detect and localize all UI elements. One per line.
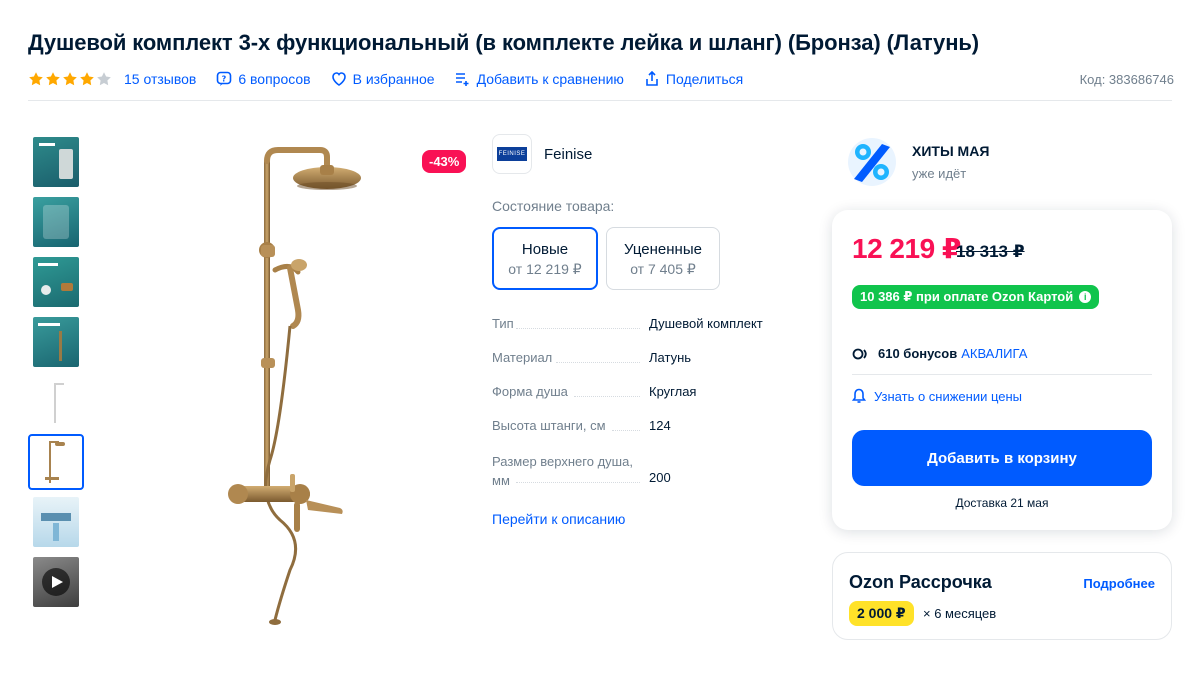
- share-link[interactable]: Поделиться: [644, 71, 743, 87]
- questions-link[interactable]: ? 6 вопросов: [216, 71, 311, 87]
- star-filled-icon: [63, 72, 77, 86]
- installment-title: Ozon Рассрочка: [849, 572, 992, 592]
- spec-value: 124: [649, 418, 671, 433]
- spec-value: Латунь: [649, 350, 692, 365]
- gallery-thumbnail-active[interactable]: [28, 434, 84, 490]
- product-meta-row: 15 отзывов ? 6 вопросов В избранное Доба…: [28, 68, 1174, 90]
- gallery-thumbnail[interactable]: [28, 254, 84, 310]
- condition-option-name: Уцененные: [624, 241, 702, 258]
- bell-icon: [852, 388, 866, 403]
- star-empty-icon: [97, 72, 111, 86]
- heart-icon: [331, 72, 346, 86]
- go-to-description-link[interactable]: Перейти к описанию: [492, 511, 625, 527]
- brand-name: Feinise: [544, 145, 593, 163]
- condition-option-name: Новые: [521, 241, 569, 258]
- brand-block[interactable]: FEINISE Feinise: [492, 134, 592, 174]
- current-price: 12 219 ₽: [852, 233, 961, 264]
- question-bubble-icon: ?: [217, 71, 232, 86]
- bonus-program-link[interactable]: АКВАЛИГА: [961, 346, 1027, 361]
- info-icon[interactable]: i: [1079, 291, 1092, 303]
- percent-icon: [848, 138, 896, 186]
- gallery-thumbnails: [28, 134, 86, 614]
- spec-key: Тип: [492, 316, 514, 331]
- spec-key: Материал: [492, 350, 553, 365]
- price-drop-notify-label: Узнать о снижении цены: [874, 388, 1023, 404]
- spec-row: Тип Душевой комплект: [492, 314, 792, 334]
- promo-banner[interactable]: ХИТЫ МАЯ уже идёт: [846, 136, 989, 188]
- spec-value: Круглая: [649, 384, 697, 399]
- bonus-coin-icon: [852, 348, 867, 359]
- favorite-link[interactable]: В избранное: [331, 71, 435, 87]
- gallery-thumbnail[interactable]: [28, 134, 84, 190]
- gallery-thumbnail[interactable]: [28, 314, 84, 370]
- compare-list-icon: [455, 73, 469, 86]
- spec-row: Материал Латунь: [492, 348, 792, 368]
- ozon-card-price-label: 10 386 ₽ при оплате Ozon Картой: [860, 289, 1074, 304]
- spec-row: Форма душа Круглая: [492, 382, 792, 402]
- condition-option-new[interactable]: Новые от 12 219 ₽: [492, 227, 598, 290]
- condition-option-price: от 12 219 ₽: [508, 261, 582, 277]
- spec-key: Высота штанги, см: [492, 418, 606, 433]
- play-icon: [52, 576, 63, 588]
- svg-text:?: ?: [222, 75, 227, 84]
- condition-label: Состояние товара:: [492, 198, 615, 214]
- condition-option-discounted[interactable]: Уцененные от 7 405 ₽: [606, 227, 720, 290]
- compare-link[interactable]: Добавить к сравнению: [455, 71, 624, 87]
- bonus-amount: 610 бонусов: [878, 346, 958, 361]
- spec-key: Форма душа: [492, 384, 568, 399]
- installment-term: × 6 месяцев: [923, 606, 997, 621]
- rating-stars[interactable]: [28, 71, 112, 87]
- installment-amount: 2 000 ₽: [849, 601, 914, 626]
- price-drop-notify-link[interactable]: Узнать о снижении цены: [852, 388, 1022, 404]
- star-filled-icon: [29, 72, 43, 86]
- questions-label: 6 вопросов: [238, 71, 311, 87]
- spec-key: Размер верхнего душа, мм: [492, 454, 633, 488]
- compare-label: Добавить к сравнению: [476, 71, 624, 87]
- promo-title: ХИТЫ МАЯ: [912, 143, 990, 159]
- spec-row: Размер верхнего душа, мм 200: [492, 450, 792, 490]
- ozon-card-price[interactable]: 10 386 ₽ при оплате Ozon Картой i: [852, 285, 1100, 309]
- gallery-thumbnail[interactable]: [28, 494, 84, 550]
- share-label: Поделиться: [665, 71, 744, 87]
- product-main-image[interactable]: [130, 130, 480, 630]
- star-filled-icon: [46, 72, 60, 86]
- price-card: 12 219 ₽ 18 313 ₽ 10 386 ₽ при оплате Oz…: [832, 210, 1172, 530]
- spec-value: 200: [649, 470, 671, 485]
- reviews-link[interactable]: 15 отзывов: [124, 71, 196, 87]
- header-divider: [28, 100, 1172, 101]
- spec-value: Душевой комплект: [649, 316, 763, 331]
- favorite-label: В избранное: [352, 71, 435, 87]
- star-filled-icon: [80, 72, 94, 86]
- condition-option-price: от 7 405 ₽: [630, 261, 696, 277]
- gallery-thumbnail[interactable]: [28, 194, 84, 250]
- add-to-cart-button[interactable]: Добавить в корзину: [852, 430, 1152, 486]
- delivery-date: Доставка 21 мая: [955, 496, 1049, 510]
- brand-logo-text: FEINISE: [497, 147, 527, 161]
- share-icon: [646, 71, 658, 86]
- spec-row: Высота штанги, см 124: [492, 416, 792, 436]
- product-title: Душевой комплект 3-х функциональный (в к…: [28, 30, 980, 55]
- gallery-video-thumbnail[interactable]: [28, 554, 84, 610]
- product-code: Код: 383686746: [1079, 71, 1174, 87]
- gallery-thumbnail[interactable]: [28, 374, 84, 430]
- old-price: 18 313 ₽: [956, 242, 1025, 261]
- card-divider: [852, 374, 1152, 375]
- promo-subtitle: уже идёт: [912, 166, 967, 181]
- discount-badge: -43%: [422, 150, 467, 173]
- bonus-row: 610 бонусов АКВАЛИГА: [852, 346, 1027, 361]
- brand-logo: FEINISE: [492, 134, 532, 174]
- installment-card: Ozon Рассрочка Подробнее 2 000 ₽ × 6 мес…: [832, 552, 1172, 640]
- installment-more-link[interactable]: Подробнее: [1083, 576, 1155, 591]
